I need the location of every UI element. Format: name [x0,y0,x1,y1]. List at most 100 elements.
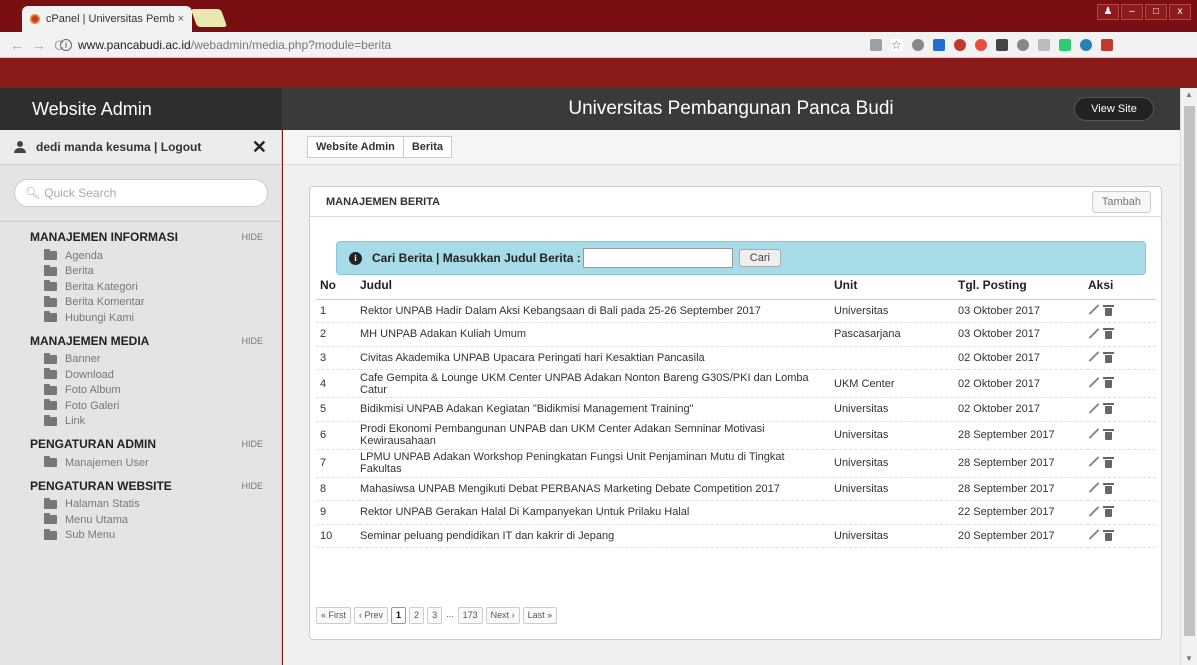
sidebar-section-title: PENGATURAN WEBSITE [30,478,172,493]
folder-icon [44,295,57,307]
page-link[interactable]: Last » [522,607,558,624]
sidebar-item[interactable]: Berita Kategori [30,279,263,295]
info-icon[interactable]: i [60,38,72,51]
record-extension-icon[interactable] [954,38,966,51]
delete-trash-icon[interactable] [1103,376,1114,389]
sidebar-item[interactable]: Berita [30,264,263,280]
cell-tgl-posting: 28 September 2017 [958,421,1088,450]
search-news-input[interactable] [582,248,733,268]
sidebar-item[interactable]: Manajemen User [30,455,263,471]
new-extension-icon[interactable] [933,38,945,51]
sidebar-section-title: PENGATURAN ADMIN [30,437,156,451]
page-link[interactable]: Next › [485,607,520,624]
tab-close-icon[interactable]: × [178,13,184,25]
edit-pencil-icon[interactable] [1088,328,1099,339]
edit-pencil-icon[interactable] [1088,428,1099,439]
page-link[interactable]: 3 [427,607,443,624]
sidebar-item[interactable]: Banner [30,352,263,368]
delete-trash-icon[interactable] [1103,304,1114,316]
settings-extension-icon[interactable] [1017,38,1029,51]
star-icon[interactable]: ☆ [891,38,903,51]
add-news-button[interactable]: Tambah [1091,190,1151,213]
edit-pencil-icon[interactable] [1088,403,1099,414]
sidebar-item[interactable]: Foto Album [30,383,263,399]
sidebar-section-header: PENGATURAN WEBSITE HIDE [30,475,263,497]
sidebar-item[interactable]: Sub Menu [30,528,263,544]
user-icon[interactable]: ♟ [1097,4,1119,20]
folder-icon [44,280,57,292]
cpanel-favicon-icon [30,14,40,24]
delete-trash-icon[interactable] [1103,456,1114,468]
sidebar-item[interactable]: Halaman Statis [30,497,263,513]
hide-section-toggle[interactable]: HIDE [241,481,263,491]
minimize-icon[interactable]: – [1121,4,1143,20]
breadcrumb-home[interactable]: Website Admin [308,137,403,157]
sidebar-item-label: Berita Komentar [65,296,145,309]
maximize-icon[interactable]: □ [1145,4,1167,20]
cell-tgl-posting: 02 Oktober 2017 [958,369,1088,398]
table-row: 10 Seminar peluang pendidikan IT dan kakr… [316,524,1156,548]
view-site-button[interactable]: View Site [1074,97,1154,121]
search-icon: 🔍︎ [25,186,41,200]
page-link[interactable]: 173 [457,607,483,624]
sidebar-item[interactable]: Foto Galeri [30,398,263,414]
hide-section-toggle[interactable]: HIDE [241,232,263,242]
edit-pencil-icon[interactable] [1088,304,1099,315]
abp-icon[interactable] [975,38,987,51]
user-logout-link[interactable]: dedi manda kesuma | Logout [36,140,201,154]
delete-trash-icon[interactable] [1103,482,1114,494]
delete-trash-icon[interactable] [1103,351,1114,363]
nav-buttons[interactable]: ←→C [0,37,64,53]
delete-trash-icon[interactable] [1103,529,1114,541]
sidebar-item[interactable]: Berita Komentar [30,295,263,311]
cell-tgl-posting: 03 Oktober 2017 [958,322,1088,347]
close-sidebar-icon[interactable]: ✕ [252,137,267,158]
page-link[interactable]: « First [316,607,352,624]
page-link[interactable]: ‹ Prev [354,607,389,624]
translate-icon[interactable] [870,38,882,51]
brand-title[interactable]: Website Admin [0,88,282,130]
edit-pencil-icon[interactable] [1088,377,1099,388]
scrollbar-thumb[interactable] [1184,106,1195,636]
red-extension-icon[interactable] [1101,38,1113,51]
hide-section-toggle[interactable]: HIDE [241,439,263,449]
green-extension-icon[interactable] [1059,38,1071,51]
delete-trash-icon[interactable] [1103,505,1114,517]
sidebar-item[interactable]: Hubungi Kami [30,310,263,326]
scroll-down-icon[interactable]: ▼ [1185,654,1193,663]
browser-tab[interactable]: cPanel | Universitas Pemb × [22,6,192,32]
folder-icon [44,249,57,261]
close-window-icon[interactable]: x [1169,4,1191,20]
search-news-button[interactable]: Cari [738,249,781,267]
edit-pencil-icon[interactable] [1088,529,1099,540]
page-scrollbar[interactable]: ▲ ▼ [1180,88,1197,665]
delete-trash-icon[interactable] [1103,327,1114,339]
sidebar-item-label: Agenda [65,249,103,262]
cell-aksi [1088,477,1156,501]
cell-unit: Universitas [834,477,958,501]
edit-pencil-icon[interactable] [1088,456,1099,467]
sidebar-item[interactable]: Menu Utama [30,512,263,528]
sidebar-item[interactable]: Agenda [30,248,263,264]
edit-pencil-icon[interactable] [1088,506,1099,517]
sidebar-item[interactable]: Link [30,414,263,430]
screen-extension-icon[interactable] [996,38,1008,51]
edit-pencil-icon[interactable] [1088,351,1099,362]
quick-search-input[interactable]: 🔍︎ Quick Search [14,179,268,207]
blue-extension-icon[interactable] [1080,38,1092,51]
extension-icon[interactable] [912,38,924,51]
delete-trash-icon[interactable] [1103,428,1114,440]
sidebar-item-label: Manajemen User [65,456,149,469]
page-ellipsis: ... [446,609,454,619]
table-row: 5 Bidikmisi UNPAB Adakan Kegiatan "Bidikm… [316,397,1156,422]
page-link[interactable]: 2 [409,607,425,624]
delete-trash-icon[interactable] [1103,402,1114,414]
sidebar-item[interactable]: Download [30,367,263,383]
pen-extension-icon[interactable] [1038,38,1050,51]
url-field[interactable]: i www.pancabudi.ac.id/webadmin/media.php… [60,35,830,55]
breadcrumb-current[interactable]: Berita [404,137,451,157]
hide-section-toggle[interactable]: HIDE [241,336,263,346]
scroll-up-icon[interactable]: ▲ [1185,90,1193,99]
new-tab-button[interactable] [190,9,228,27]
edit-pencil-icon[interactable] [1088,482,1099,493]
